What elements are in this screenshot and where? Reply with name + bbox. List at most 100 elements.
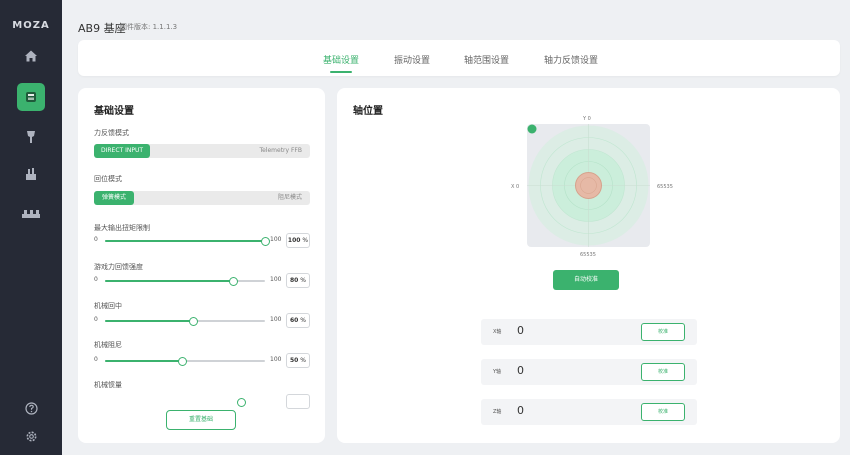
joystick-icon: [27, 131, 35, 143]
slider-max: 100: [270, 276, 282, 283]
slider-min: 0: [94, 276, 98, 283]
slider-thumb[interactable]: [177, 357, 187, 366]
game-ffb-strength-value-input[interactable]: 80 %: [286, 273, 310, 288]
slider-fill: [105, 280, 233, 282]
slider-value: 60: [290, 317, 299, 324]
mechanical-inertia-value-input[interactable]: [286, 394, 310, 409]
help-icon: [24, 401, 38, 415]
axis-bottom-label: 65535: [580, 252, 596, 258]
tab-axis-range-settings[interactable]: 轴范围设置: [464, 53, 509, 66]
x-axis-value: 0: [517, 324, 524, 337]
slider-min: 0: [94, 356, 98, 363]
axis-left-label: X 0: [511, 184, 520, 190]
stop-mode-label: 回位模式: [94, 175, 122, 183]
y-axis-name: Y轴: [493, 369, 502, 375]
sidebar-item-base[interactable]: [17, 83, 45, 111]
slider-min: 0: [94, 316, 98, 323]
ffb-mode-switch[interactable]: DIRECT INPUT Telemetry FFB: [94, 144, 310, 158]
throttle-icon: [26, 168, 36, 180]
mechanical-damping-value-input[interactable]: 50 %: [286, 353, 310, 368]
slider-max: 100: [270, 356, 282, 363]
axis-position-marker-layer: [527, 124, 537, 134]
active-tab-indicator: [330, 71, 352, 73]
settings-button[interactable]: [19, 424, 43, 448]
stop-mode-option-damper[interactable]: 阻尼模式: [278, 191, 302, 205]
game-ffb-strength-label: 游戏力回馈强度: [94, 263, 143, 271]
tab-axis-ffb-settings[interactable]: 轴力反馈设置: [544, 53, 598, 66]
x-axis-name: X轴: [493, 329, 502, 335]
tab-basic-settings[interactable]: 基础设置: [323, 53, 359, 66]
help-button[interactable]: [19, 396, 43, 420]
slider-unit: %: [300, 357, 306, 364]
slider-thumb[interactable]: [229, 277, 238, 286]
slider-unit: %: [300, 317, 306, 324]
mechanical-damping-slider[interactable]: 0 100 50 %: [94, 353, 310, 369]
x-axis-row: X轴 0 校准: [481, 319, 697, 345]
top-bar: AB9 基座 固件版本: 1.1.1.3: [62, 0, 850, 42]
slider-unit: %: [300, 277, 306, 284]
slider-fill: [105, 320, 193, 322]
slider-value: 50: [290, 357, 299, 364]
stop-mode-switch[interactable]: 弹簧模式 阻尼模式: [94, 191, 310, 205]
game-ffb-strength-slider[interactable]: 0 100 80 %: [94, 273, 310, 289]
home-icon: [25, 50, 37, 62]
z-axis-value: 0: [517, 404, 524, 417]
slider-track[interactable]: [105, 277, 265, 286]
z-axis-calibrate-button[interactable]: 校准: [641, 403, 685, 421]
axis-position-display: [527, 124, 650, 247]
slider-thumb[interactable]: [261, 237, 270, 246]
sidebar-item-throttle[interactable]: [19, 162, 43, 186]
y-axis-value: 0: [517, 364, 524, 377]
mechanical-inertia-label: 机械惯量: [94, 381, 122, 389]
stop-mode-option-spring[interactable]: 弹簧模式: [94, 191, 134, 205]
app-logo: MOZA: [12, 20, 50, 31]
ffb-mode-option-telemetry[interactable]: Telemetry FFB: [259, 144, 302, 158]
mechanical-centering-value-input[interactable]: 60 %: [286, 313, 310, 328]
settings-icon: [26, 431, 36, 441]
tab-vibration-settings[interactable]: 振动设置: [394, 53, 430, 66]
slider-track[interactable]: [105, 237, 270, 246]
slider-unit: %: [302, 237, 309, 244]
y-axis-calibrate-button[interactable]: 校准: [641, 363, 685, 381]
tab-bar: 基础设置 振动设置 轴范围设置 轴力反馈设置: [78, 40, 840, 76]
slider-thumb[interactable]: [189, 317, 198, 326]
base-icon: [26, 92, 36, 102]
slider-track[interactable]: [105, 398, 265, 407]
slider-thumb[interactable]: [237, 398, 246, 407]
axis-right-label: 65535: [657, 184, 673, 190]
x-axis-calibrate-button[interactable]: 校准: [641, 323, 685, 341]
basic-settings-panel: 基础设置 力反馈模式 DIRECT INPUT Telemetry FFB 回位…: [78, 88, 325, 443]
mechanical-damping-label: 机械阻尼: [94, 341, 122, 349]
mechanical-centering-slider[interactable]: 0 100 60 %: [94, 313, 310, 329]
sidebar-item-pedals[interactable]: [19, 202, 43, 226]
slider-track[interactable]: [105, 357, 265, 366]
axis-position-title: 轴位置: [353, 106, 383, 117]
ffb-mode-option-direct-input[interactable]: DIRECT INPUT: [94, 144, 150, 158]
sidebar-item-joystick[interactable]: [19, 125, 43, 149]
slider-value: 100: [287, 237, 301, 244]
slider-min: 0: [94, 236, 98, 243]
auto-calibrate-button[interactable]: 自动校准: [553, 270, 619, 290]
firmware-version: 固件版本: 1.1.1.3: [120, 23, 178, 31]
ffb-mode-label: 力反馈模式: [94, 129, 129, 137]
device-name: AB9 基座: [78, 22, 126, 35]
z-axis-name: Z轴: [493, 409, 502, 415]
pedals-icon: [22, 210, 40, 218]
basic-settings-title: 基础设置: [94, 106, 134, 117]
z-axis-row: Z轴 0 校准: [481, 399, 697, 425]
slider-max: 100: [270, 316, 282, 323]
axis-position-dot: [527, 124, 537, 134]
max-torque-slider[interactable]: 0 100 100 %: [94, 233, 310, 249]
reset-basic-button[interactable]: 重置基础: [166, 410, 236, 430]
sidebar-item-home[interactable]: [19, 44, 43, 68]
max-torque-value-input[interactable]: 100 %: [286, 233, 310, 248]
mechanical-inertia-slider[interactable]: [94, 394, 310, 410]
slider-fill: [105, 360, 182, 362]
axis-position-panel: 轴位置 Y 0 X 0 65535 65535 自动校准 X轴 0 校准 Y轴 …: [337, 88, 840, 443]
sidebar: MOZA: [0, 0, 62, 455]
slider-fill: [105, 240, 265, 242]
slider-max: 100: [270, 236, 282, 243]
slider-track[interactable]: [105, 317, 265, 326]
max-torque-label: 最大输出扭矩限制: [94, 224, 150, 232]
mechanical-centering-label: 机械回中: [94, 302, 122, 310]
